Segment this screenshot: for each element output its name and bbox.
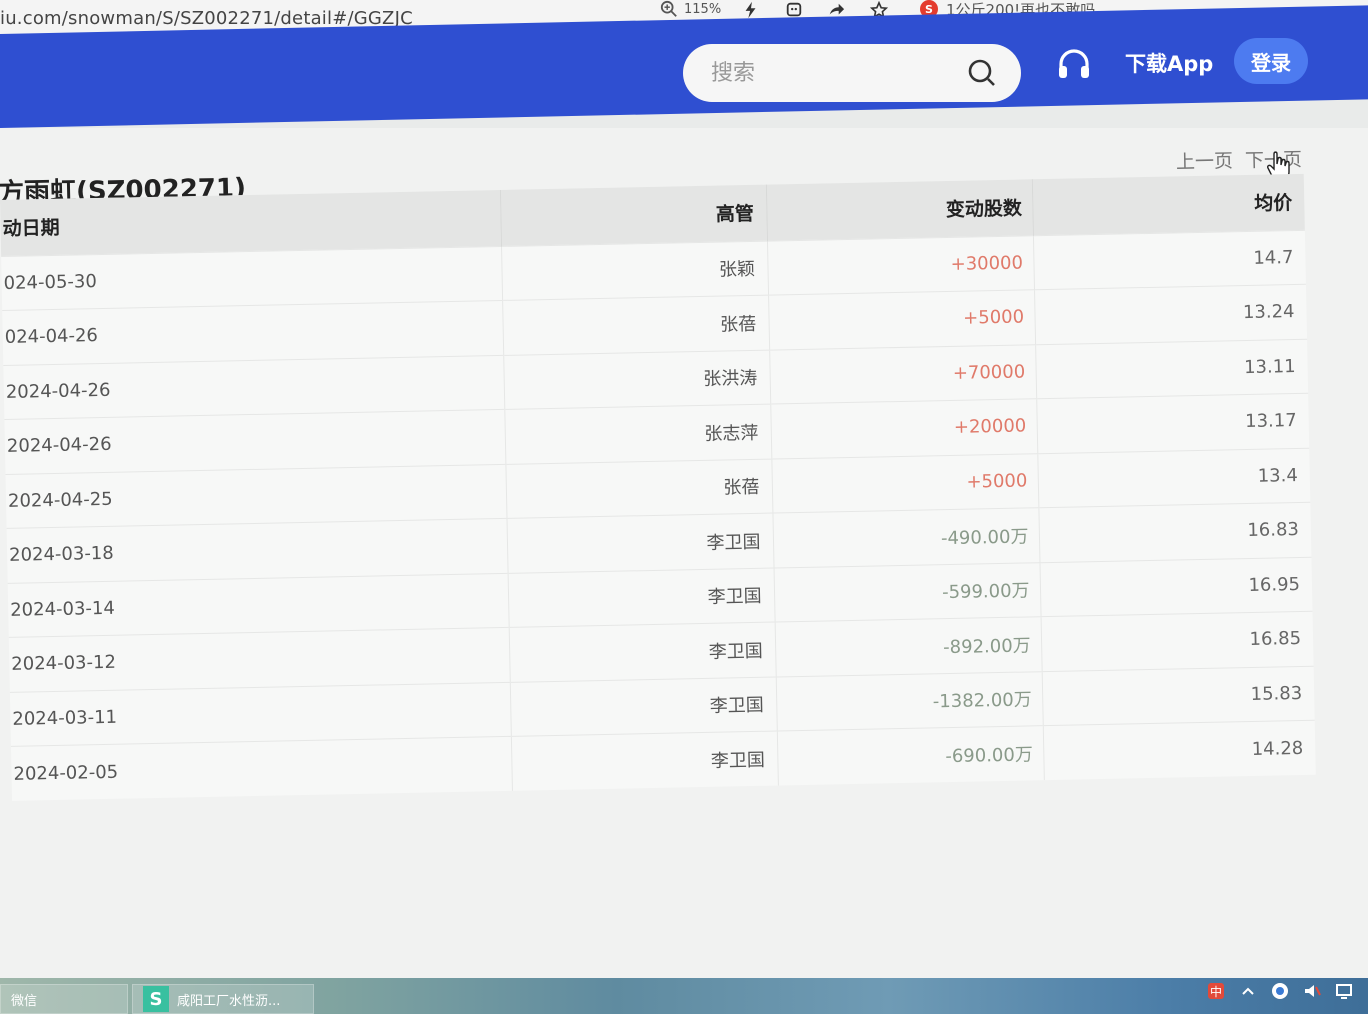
login-button[interactable]: 登录 [1234,38,1308,84]
executive-trades-table: 动日期 高管 变动股数 均价 024-05-30 张颖 +30000 14.7 … [0,173,1316,801]
avg-price: 13.17 [1036,393,1310,454]
header-change-shares[interactable]: 变动股数 [765,179,1033,241]
trade-date: 2024-03-12 [8,627,510,692]
download-app-link[interactable]: 下载App [1125,48,1213,78]
executive-name: 李卫国 [507,567,775,628]
trade-date: 024-04-26 [2,300,504,365]
executive-name: 张蓓 [502,295,770,355]
avg-price: 16.95 [1039,556,1313,617]
avg-price: 14.7 [1032,229,1306,290]
executive-name: 李卫国 [509,676,777,737]
share-change: -1382.00万 [775,671,1043,732]
executive-name: 张志萍 [504,404,772,464]
avg-price: 13.11 [1035,338,1309,399]
share-change: -599.00万 [773,562,1041,623]
avg-price: 13.24 [1034,284,1308,345]
svg-text:中: 中 [1210,984,1222,999]
browser-tray-icon[interactable] [1270,981,1290,1001]
trade-date: 2024-02-05 [10,736,512,801]
trade-date: 2024-04-25 [5,463,507,529]
share-change: +5000 [771,453,1039,514]
system-tray: 中 [1206,976,1354,1006]
executive-name: 李卫国 [508,622,776,682]
share-change: -892.00万 [774,616,1042,677]
prev-page-link[interactable]: 上一页 [1176,146,1234,174]
taskbar-item-label: 微信 [11,993,38,1009]
trade-date: 2024-04-26 [3,354,505,420]
share-change: +20000 [770,398,1038,459]
trade-date: 2024-04-26 [4,409,506,474]
executive-name: 李卫国 [506,513,774,573]
trade-date: 2024-03-18 [6,518,508,583]
share-change: -490.00万 [772,507,1040,568]
share-change: +70000 [769,344,1037,405]
sogou-browser-icon: S [143,986,169,1012]
lightning-icon[interactable] [740,0,762,20]
os-taskbar: 微信 S 咸阳工厂水性沥... [0,978,1368,1014]
search-icon[interactable] [967,58,997,88]
headset-icon[interactable] [1055,46,1093,84]
share-change: +30000 [766,235,1035,296]
trade-date: 2024-03-14 [7,572,509,638]
trade-date: 024-05-30 [1,245,503,311]
zoom-control[interactable]: 115% [660,0,721,18]
executive-name: 张洪涛 [503,349,771,410]
avg-price: 13.4 [1037,447,1311,508]
avg-price: 16.83 [1038,502,1312,563]
avg-price: 16.85 [1040,611,1314,672]
header-date[interactable]: 动日期 [0,189,502,256]
chevron-up-icon[interactable] [1238,981,1258,1001]
search-box[interactable] [683,44,1021,102]
taskbar-item-wechat[interactable]: 微信 [0,984,128,1014]
header-avg-price[interactable]: 均价 [1031,173,1305,236]
executive-name: 张蓓 [505,458,773,519]
zoom-in-icon [660,0,677,17]
search-input[interactable] [709,59,929,87]
share-change: -690.00万 [776,725,1044,786]
header-executive[interactable]: 高管 [499,184,767,246]
avg-price: 14.28 [1042,720,1316,781]
zoom-level: 115% [684,1,722,17]
executive-name: 李卫国 [510,731,778,791]
input-method-icon[interactable]: 中 [1206,981,1226,1001]
network-icon[interactable] [1334,981,1354,1001]
taskbar-item-browser[interactable]: S 咸阳工厂水性沥... [132,984,314,1014]
volume-icon[interactable] [1302,981,1322,1001]
share-change: +5000 [768,289,1036,350]
avg-price: 15.83 [1041,665,1315,726]
trade-date: 2024-03-11 [9,681,511,747]
executive-name: 张颖 [501,240,769,301]
taskbar-item-label: 咸阳工厂水性沥... [177,993,281,1009]
